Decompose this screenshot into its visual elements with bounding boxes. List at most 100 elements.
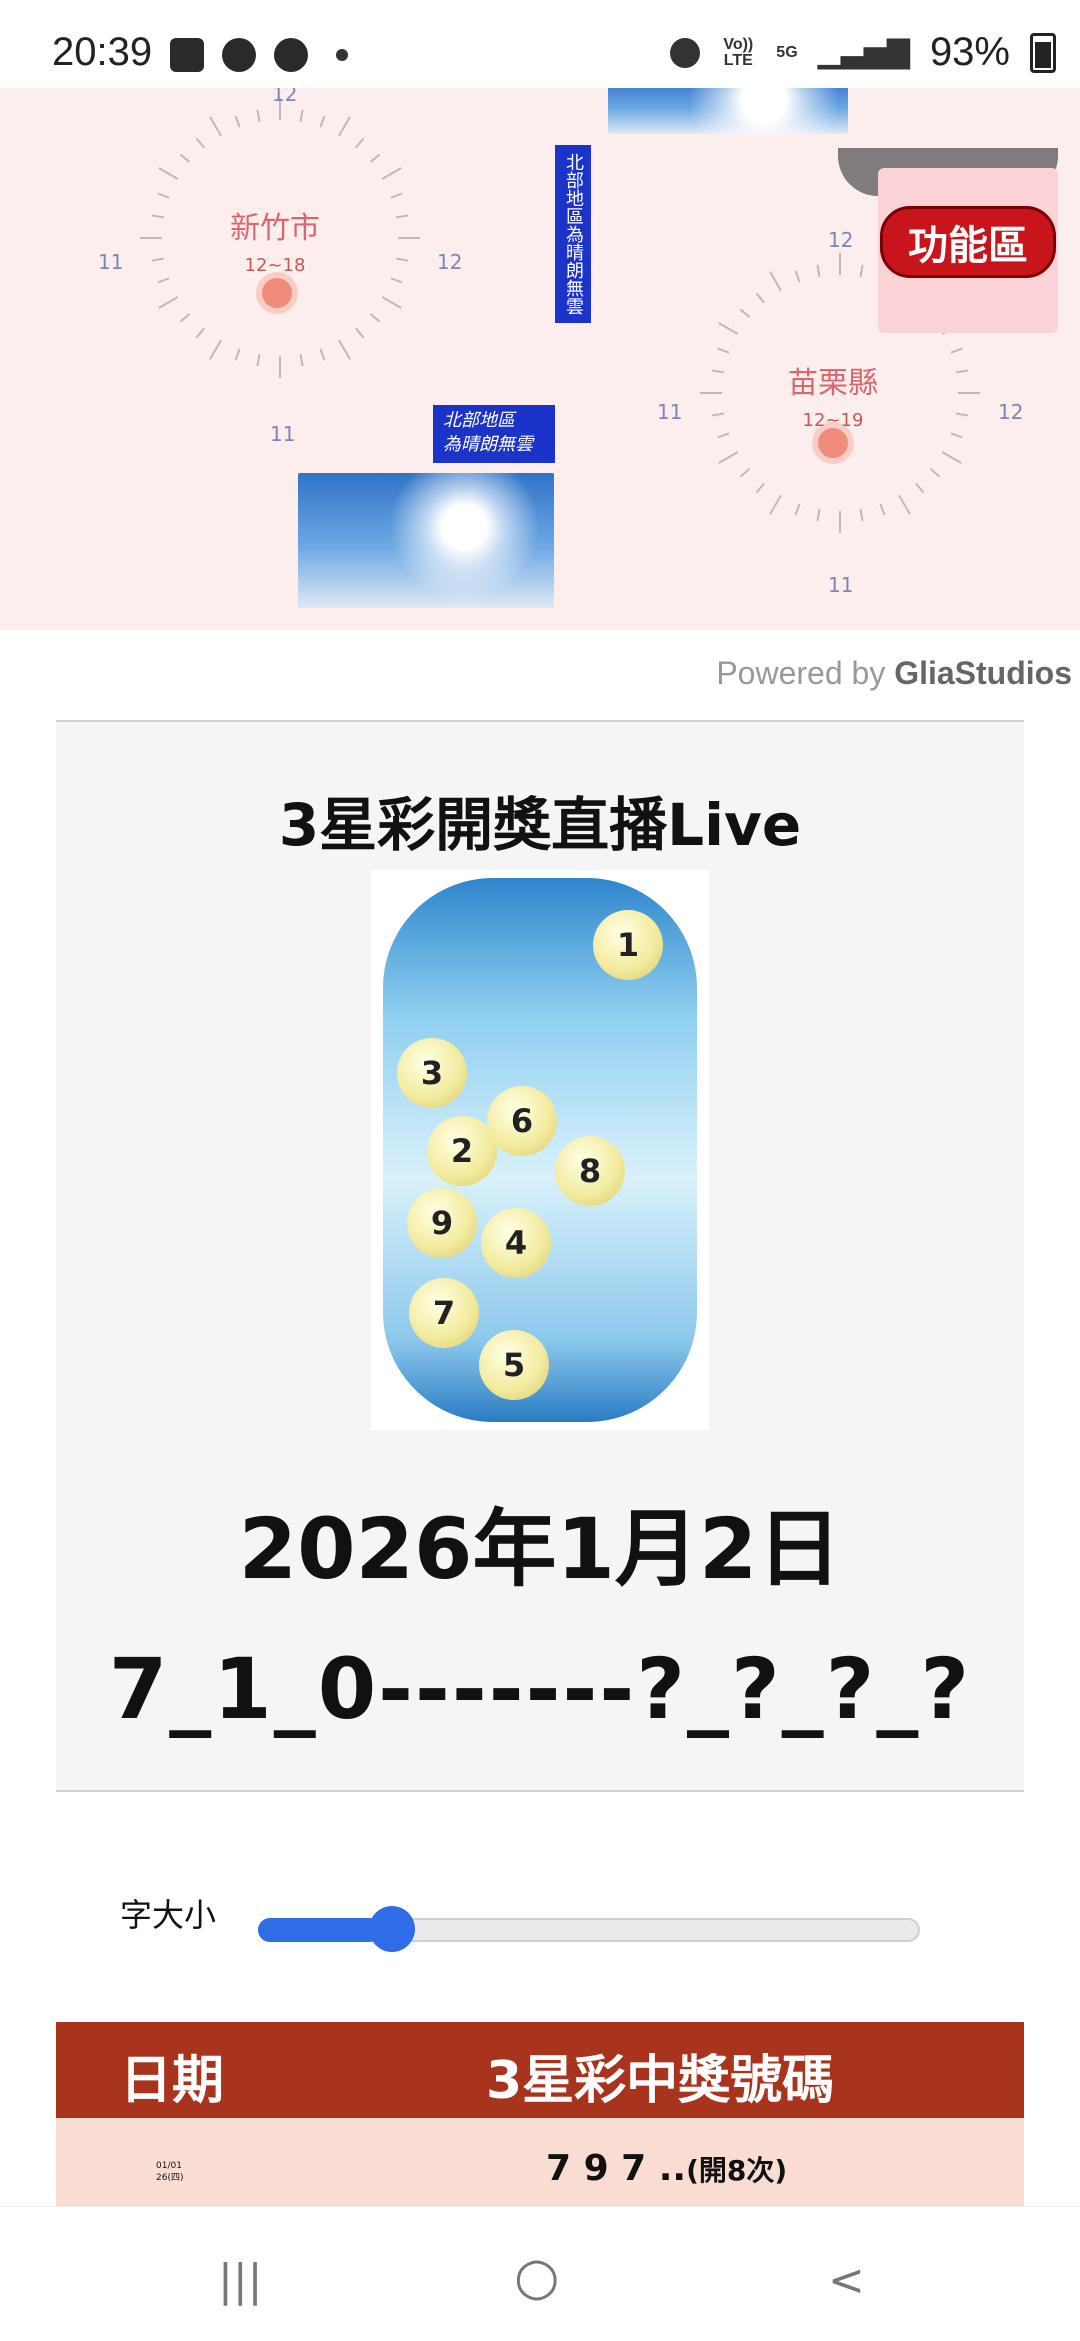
- facebook-icon: [222, 38, 256, 72]
- row-date: 01/01 26(四): [156, 2160, 183, 2184]
- battery-icon: [1030, 32, 1056, 73]
- results-table-header: 日期 3星彩中獎號碼: [56, 2022, 1024, 2118]
- signal-icon: ▁▃▅▇: [817, 36, 910, 69]
- dial-tick: [319, 348, 326, 361]
- dial-tick: [355, 137, 365, 149]
- more-notifications-dot: [336, 49, 348, 61]
- capsule: 1 3 2 6 8 9 4 7 5: [383, 878, 697, 1422]
- font-size-slider-thumb[interactable]: [369, 1906, 415, 1952]
- lottery-ball: 3: [397, 1038, 467, 1108]
- dial-tick: [209, 339, 222, 360]
- live-title: 3星彩開獎直播Live: [278, 791, 802, 859]
- home-icon[interactable]: ○: [514, 2247, 559, 2307]
- lottery-ball: 9: [407, 1188, 477, 1258]
- recent-apps-icon[interactable]: |||: [218, 2255, 262, 2306]
- dial-tick: [718, 451, 739, 464]
- lottery-machine-image: 1 3 2 6 8 9 4 7 5: [371, 870, 709, 1430]
- dial-tick: [369, 313, 381, 323]
- tick-left: 11: [657, 400, 683, 424]
- dial-tick: [157, 277, 170, 284]
- dial-tick: [234, 115, 241, 128]
- row-date-line2: 26(四): [156, 2173, 184, 2183]
- dial-tick: [950, 432, 963, 439]
- dial-tick: [717, 347, 730, 354]
- tick-bottom: 11: [828, 573, 854, 597]
- dial-tick: [711, 369, 724, 374]
- back-icon[interactable]: <: [828, 2255, 865, 2306]
- lottery-ball: 5: [479, 1330, 549, 1400]
- dial-tick: [355, 327, 365, 339]
- dial-tick: [209, 116, 222, 137]
- temp-range: 12~18: [244, 255, 306, 276]
- dial-tick: [794, 270, 801, 283]
- status-time: 20:39: [52, 30, 153, 74]
- tick-top: 12: [272, 88, 298, 106]
- sun-icon: [818, 428, 848, 458]
- dial-tick: [151, 214, 164, 219]
- table-row[interactable]: 01/01 26(四) 7 9 7 ..(開8次): [56, 2118, 1024, 2208]
- dial-tick: [195, 137, 205, 149]
- dial-tick: [381, 167, 402, 180]
- row-number-note: (開8次): [686, 2154, 788, 2187]
- feature-button[interactable]: 功能區: [880, 206, 1056, 278]
- sun-icon: [262, 278, 292, 308]
- region-sign: 北部地區 為晴朗無雲: [433, 405, 555, 463]
- dial-tick: [151, 257, 164, 262]
- dial-tick: [369, 153, 381, 163]
- status-right: Vo)) LTE 5G ▁▃▅▇ 93%: [670, 30, 1056, 75]
- dial-tick: [256, 354, 261, 367]
- dial-tick: [794, 503, 801, 516]
- battery-percent: 93%: [929, 30, 1010, 74]
- dial-tick: [956, 412, 969, 417]
- powered-brand: GliaStudios: [894, 655, 1072, 691]
- city-name: 苗栗縣: [788, 366, 878, 401]
- dial-tick: [717, 432, 730, 439]
- weather-banner[interactable]: 12 11 12 11 新竹市 12~18 12 11 12 11 苗栗縣 12…: [0, 88, 1080, 630]
- dial-tick: [769, 494, 782, 515]
- notification-icons: [170, 38, 348, 72]
- tick-top: 12: [828, 228, 854, 252]
- dial-tick: [157, 192, 170, 199]
- dial-tick: [179, 313, 191, 323]
- lottery-ball: 8: [555, 1136, 625, 1206]
- dial-tick: [390, 277, 403, 284]
- tick-bottom: 11: [270, 422, 296, 446]
- dial-tick: [381, 296, 402, 309]
- draw-date: 2026年1月2日: [238, 1500, 842, 1598]
- dial-tick: [319, 115, 326, 128]
- col-date: 日期: [120, 2051, 225, 2111]
- lottery-ball: 1: [593, 910, 663, 980]
- alarm-icon: [670, 37, 701, 68]
- volte-indicator: Vo)) LTE: [723, 35, 754, 69]
- live-draw-panel: 3星彩開獎直播Live 1 3 2 6 8 9 4 7 5 2026年1月2日 …: [56, 720, 1024, 1792]
- dial-tick: [859, 264, 864, 277]
- powered-by[interactable]: Powered by GliaStudios: [716, 655, 1072, 692]
- chat-icon: [274, 38, 308, 72]
- row-number-values: 7 9 7 ..: [546, 2148, 687, 2189]
- dial-tick: [950, 347, 963, 354]
- lottery-ball: 4: [481, 1208, 551, 1278]
- network-indicator: 5G: [776, 43, 798, 61]
- gallery-icon: [170, 38, 204, 72]
- lottery-ball: 6: [487, 1086, 557, 1156]
- font-size-label: 字大小: [120, 1896, 217, 1934]
- sky-image: [298, 473, 554, 608]
- region-sign-line1: 北部地區: [443, 410, 515, 431]
- dial-tick: [711, 412, 724, 417]
- lottery-ball: 7: [409, 1278, 479, 1348]
- dial-tick: [179, 153, 191, 163]
- dial-tick: [234, 348, 241, 361]
- dial-tick: [299, 109, 304, 122]
- status-bar: 20:39 Vo)) LTE 5G ▁▃▅▇ 93%: [0, 0, 1080, 88]
- dial-tick: [941, 451, 962, 464]
- dial-tick: [396, 257, 409, 262]
- dial-tick: [396, 214, 409, 219]
- dial-tick: [755, 292, 765, 304]
- dial-tick: [898, 494, 911, 515]
- dial-tick: [338, 116, 351, 137]
- dial-tick: [879, 503, 886, 516]
- city-miaoli: 苗栗縣 12~19: [733, 358, 933, 431]
- dial-tick: [755, 482, 765, 494]
- dial-tick: [739, 468, 751, 478]
- vertical-sign: 北部地區為晴朗無雲: [555, 145, 591, 323]
